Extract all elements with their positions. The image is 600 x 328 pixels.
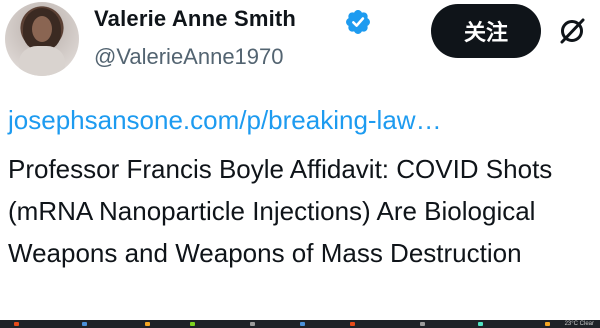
avatar-body xyxy=(19,46,65,76)
weather-icon[interactable] xyxy=(545,322,550,326)
slash-circle-icon[interactable] xyxy=(557,16,587,46)
tweet-text: Professor Francis Boyle Affidavit: COVID… xyxy=(8,154,553,268)
avatar-face xyxy=(32,16,52,42)
avatar[interactable] xyxy=(5,2,79,76)
taskbar-app-icon[interactable] xyxy=(14,322,19,326)
taskbar: 23°C Clear xyxy=(0,320,600,328)
taskbar-app-icon[interactable] xyxy=(190,322,195,326)
taskbar-app-icon[interactable] xyxy=(82,322,87,326)
taskbar-app-icon[interactable] xyxy=(300,322,305,326)
tweet-link[interactable]: josephsansone.com/p/breaking-law… xyxy=(8,105,442,136)
taskbar-app-icon[interactable] xyxy=(350,322,355,326)
taskbar-app-icon[interactable] xyxy=(145,322,150,326)
display-name[interactable]: Valerie Anne Smith xyxy=(94,6,296,32)
taskbar-app-icon[interactable] xyxy=(250,322,255,326)
taskbar-app-icon[interactable] xyxy=(420,322,425,326)
taskbar-app-icon[interactable] xyxy=(478,322,483,326)
follow-button[interactable]: 关注 xyxy=(431,4,541,58)
user-handle[interactable]: @ValerieAnne1970 xyxy=(94,44,284,70)
verified-badge-icon xyxy=(346,10,370,34)
tray-weather-text[interactable]: 23°C Clear xyxy=(565,320,594,328)
